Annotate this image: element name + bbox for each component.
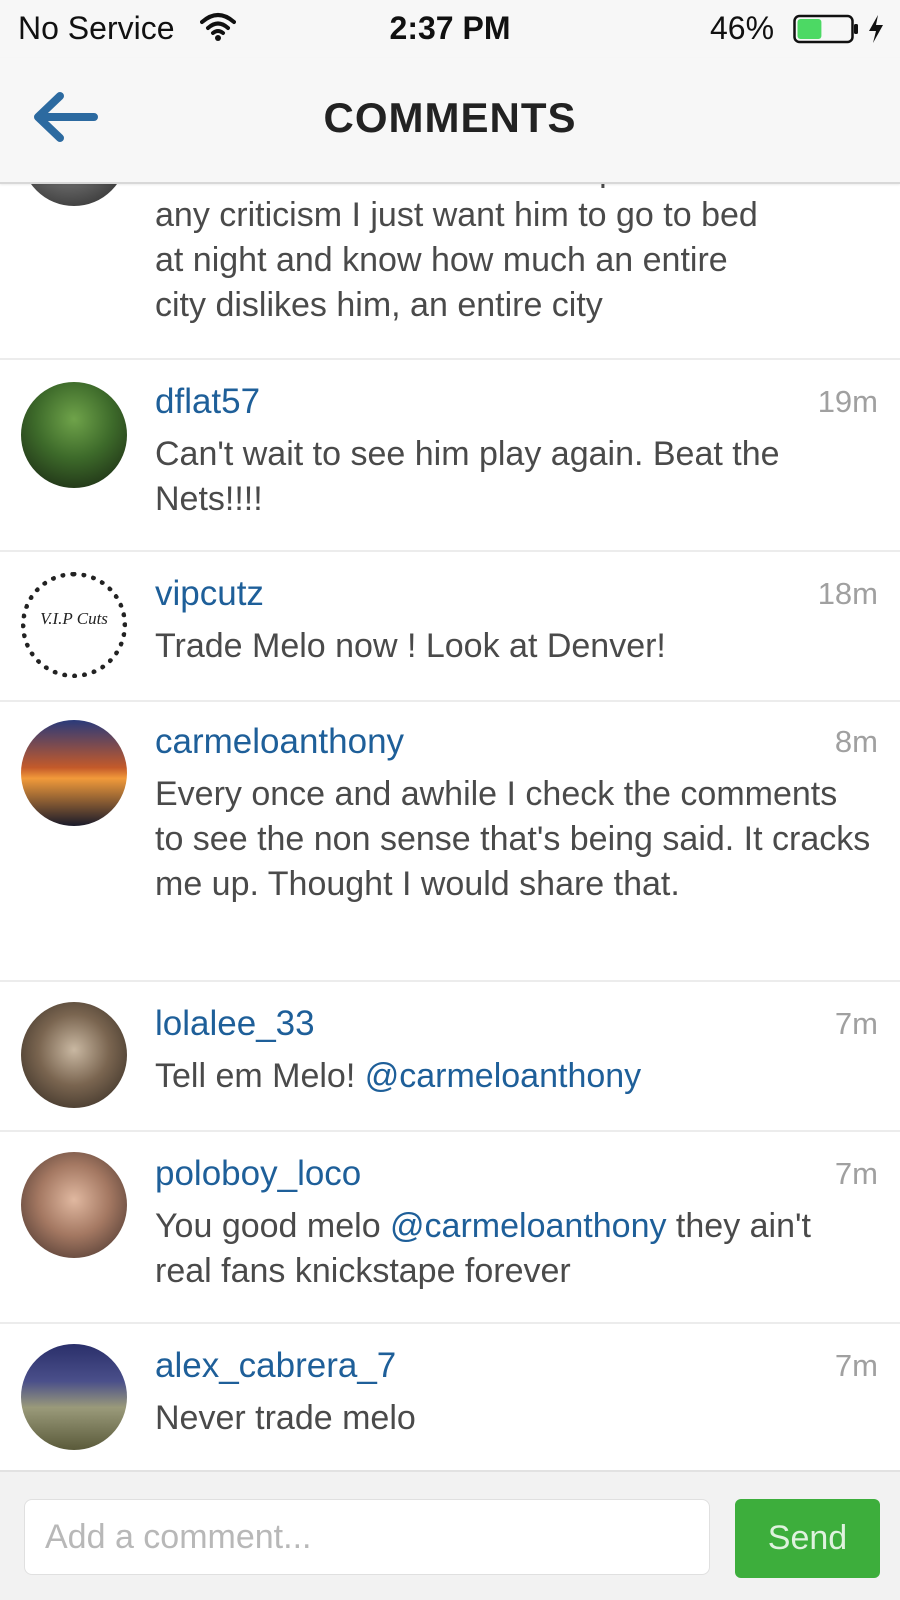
username-link[interactable]: alex_cabrera_7 (155, 1346, 396, 1386)
comment-list[interactable]: I understand he will never respond to an… (0, 0, 900, 1470)
comment-text: You good melo @carmeloanthony they ain't… (155, 1204, 875, 1294)
username-link[interactable]: poloboy_loco (155, 1154, 361, 1194)
comment-text: Tell em Melo! @carmeloanthony (155, 1054, 875, 1099)
comment-text: Every once and awhile I check the commen… (155, 775, 871, 903)
mention-link[interactable]: @carmeloanthony (365, 1057, 641, 1095)
comment-timestamp: 8m (834, 724, 878, 759)
battery-percent: 46% (710, 10, 775, 46)
comment-item: dflat57 19m Can't wait to see him play a… (0, 360, 900, 552)
comment-input[interactable] (24, 1499, 710, 1575)
comment-timestamp: 7m (834, 1006, 878, 1041)
avatar-logo-text: V.I.P Cuts (40, 609, 108, 628)
comment-text: Trade Melo now ! Look at Denver! (155, 627, 666, 665)
comment-item: poloboy_loco 7m You good melo @carmeloan… (0, 1132, 900, 1324)
comment-text-line: city dislikes him, an entire city (155, 286, 603, 324)
comment-item: V.I.P Cuts vipcutz 18m Trade Melo now ! … (0, 552, 900, 702)
comment-item: alex_cabrera_7 7m Never trade melo (0, 1324, 900, 1470)
nav-header: COMMENTS (0, 58, 900, 184)
comment-text-segment: Tell em Melo! (155, 1057, 365, 1095)
username-link[interactable]: dflat57 (155, 382, 260, 422)
mention-link[interactable]: @carmeloanthony (390, 1207, 666, 1245)
comment-item: lolalee_33 7m Tell em Melo! @carmeloanth… (0, 982, 900, 1132)
comment-item: carmeloanthony 8m Every once and awhile … (0, 702, 900, 982)
comment-timestamp: 7m (834, 1348, 878, 1383)
avatar[interactable] (21, 382, 127, 488)
avatar[interactable] (21, 1152, 127, 1258)
send-button[interactable]: Send (735, 1499, 880, 1578)
page-title: COMMENTS (323, 94, 577, 141)
avatar[interactable] (21, 1344, 127, 1450)
comment-text: Never trade melo (155, 1399, 416, 1437)
comment-text-line: any criticism I just want him to go to b… (155, 196, 758, 234)
avatar[interactable] (21, 1002, 127, 1108)
compose-bar: Send (0, 1470, 900, 1600)
status-bar: No Service 2:37 PM 46% (0, 0, 900, 58)
comment-timestamp: 19m (817, 384, 878, 419)
battery-icon (793, 14, 858, 44)
username-link[interactable]: lolalee_33 (155, 1004, 315, 1044)
username-link[interactable]: carmeloanthony (155, 722, 404, 762)
username-link[interactable]: vipcutz (155, 574, 264, 614)
comment-text-segment: You good melo (155, 1207, 391, 1245)
comment-timestamp: 18m (817, 576, 878, 611)
comment-timestamp: 7m (834, 1156, 878, 1191)
avatar[interactable] (21, 720, 127, 826)
comment-text: Can't wait to see him play again. Beat t… (155, 435, 780, 518)
avatar[interactable]: V.I.P Cuts (21, 572, 127, 678)
comment-text-line: at night and know how much an entire (155, 241, 728, 279)
charging-bolt-icon (869, 15, 883, 43)
